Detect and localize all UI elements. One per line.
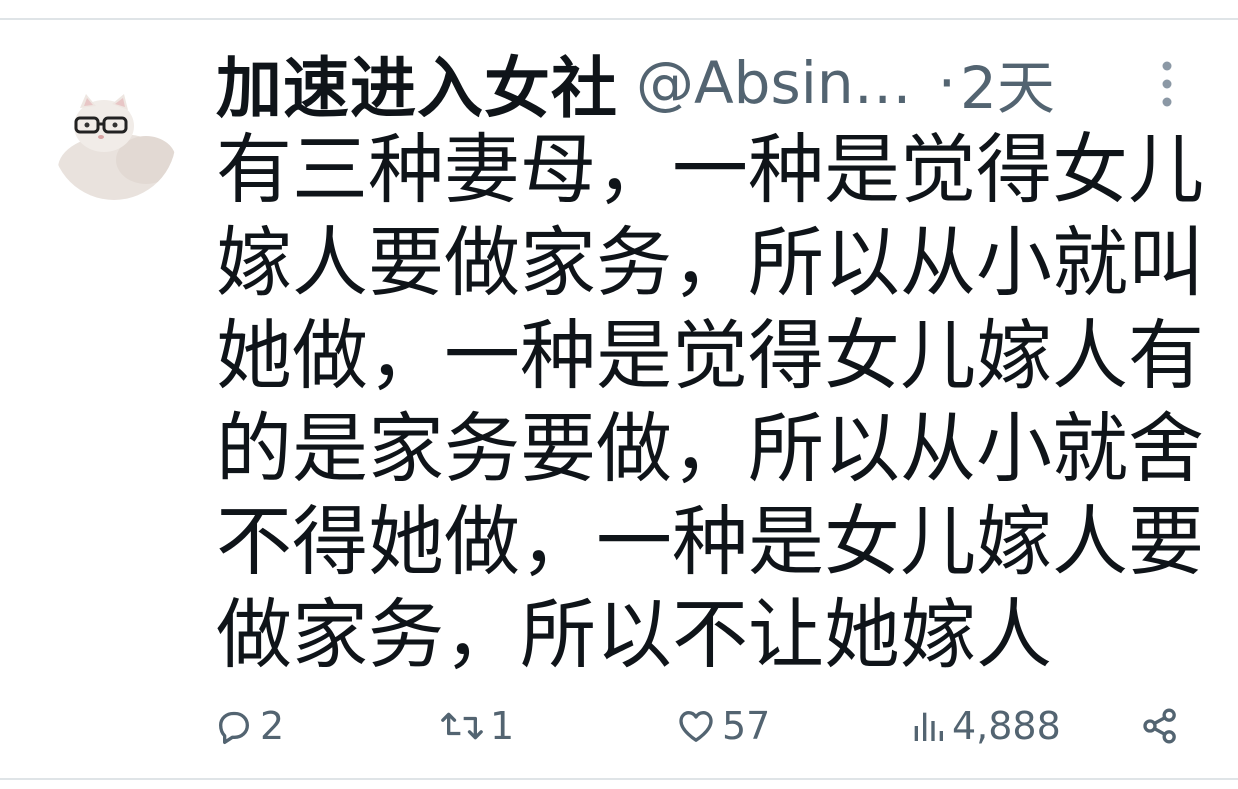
like-button[interactable]: 57 xyxy=(676,700,770,752)
top-divider xyxy=(0,18,1238,20)
views-button[interactable]: 4,888 xyxy=(910,700,1061,752)
views-count: 4,888 xyxy=(952,704,1061,748)
retweet-icon xyxy=(441,712,483,740)
heart-icon xyxy=(679,711,713,742)
retweet-count: 1 xyxy=(490,704,515,748)
like-count: 57 xyxy=(722,704,771,748)
tweet-header: 加速进入女社 @Absin… · 2天 xyxy=(216,40,1055,127)
display-name[interactable]: 加速进入女社 xyxy=(216,35,618,131)
timestamp[interactable]: 2天 xyxy=(960,41,1055,125)
more-vertical-icon xyxy=(1162,61,1172,107)
reply-count: 2 xyxy=(260,704,285,748)
share-button[interactable] xyxy=(1140,700,1180,752)
action-bar: 2 1 57 4,888 xyxy=(0,700,1238,752)
reply-icon xyxy=(219,711,249,744)
views-icon xyxy=(914,712,943,741)
tweet-text: 有三种妻母，一种是觉得女儿嫁人要做家务，所以从小就叫她做，一种是觉得女儿嫁人有的… xyxy=(216,125,1204,679)
share-icon xyxy=(1143,708,1176,744)
reply-button[interactable]: 2 xyxy=(214,700,284,752)
more-options-button[interactable] xyxy=(1150,58,1184,110)
avatar[interactable] xyxy=(52,76,176,200)
cat-avatar-image xyxy=(52,76,176,200)
separator-dot: · xyxy=(937,49,957,117)
bottom-divider xyxy=(0,778,1238,780)
user-handle[interactable]: @Absin… xyxy=(636,49,912,117)
retweet-button[interactable]: 1 xyxy=(440,700,514,752)
